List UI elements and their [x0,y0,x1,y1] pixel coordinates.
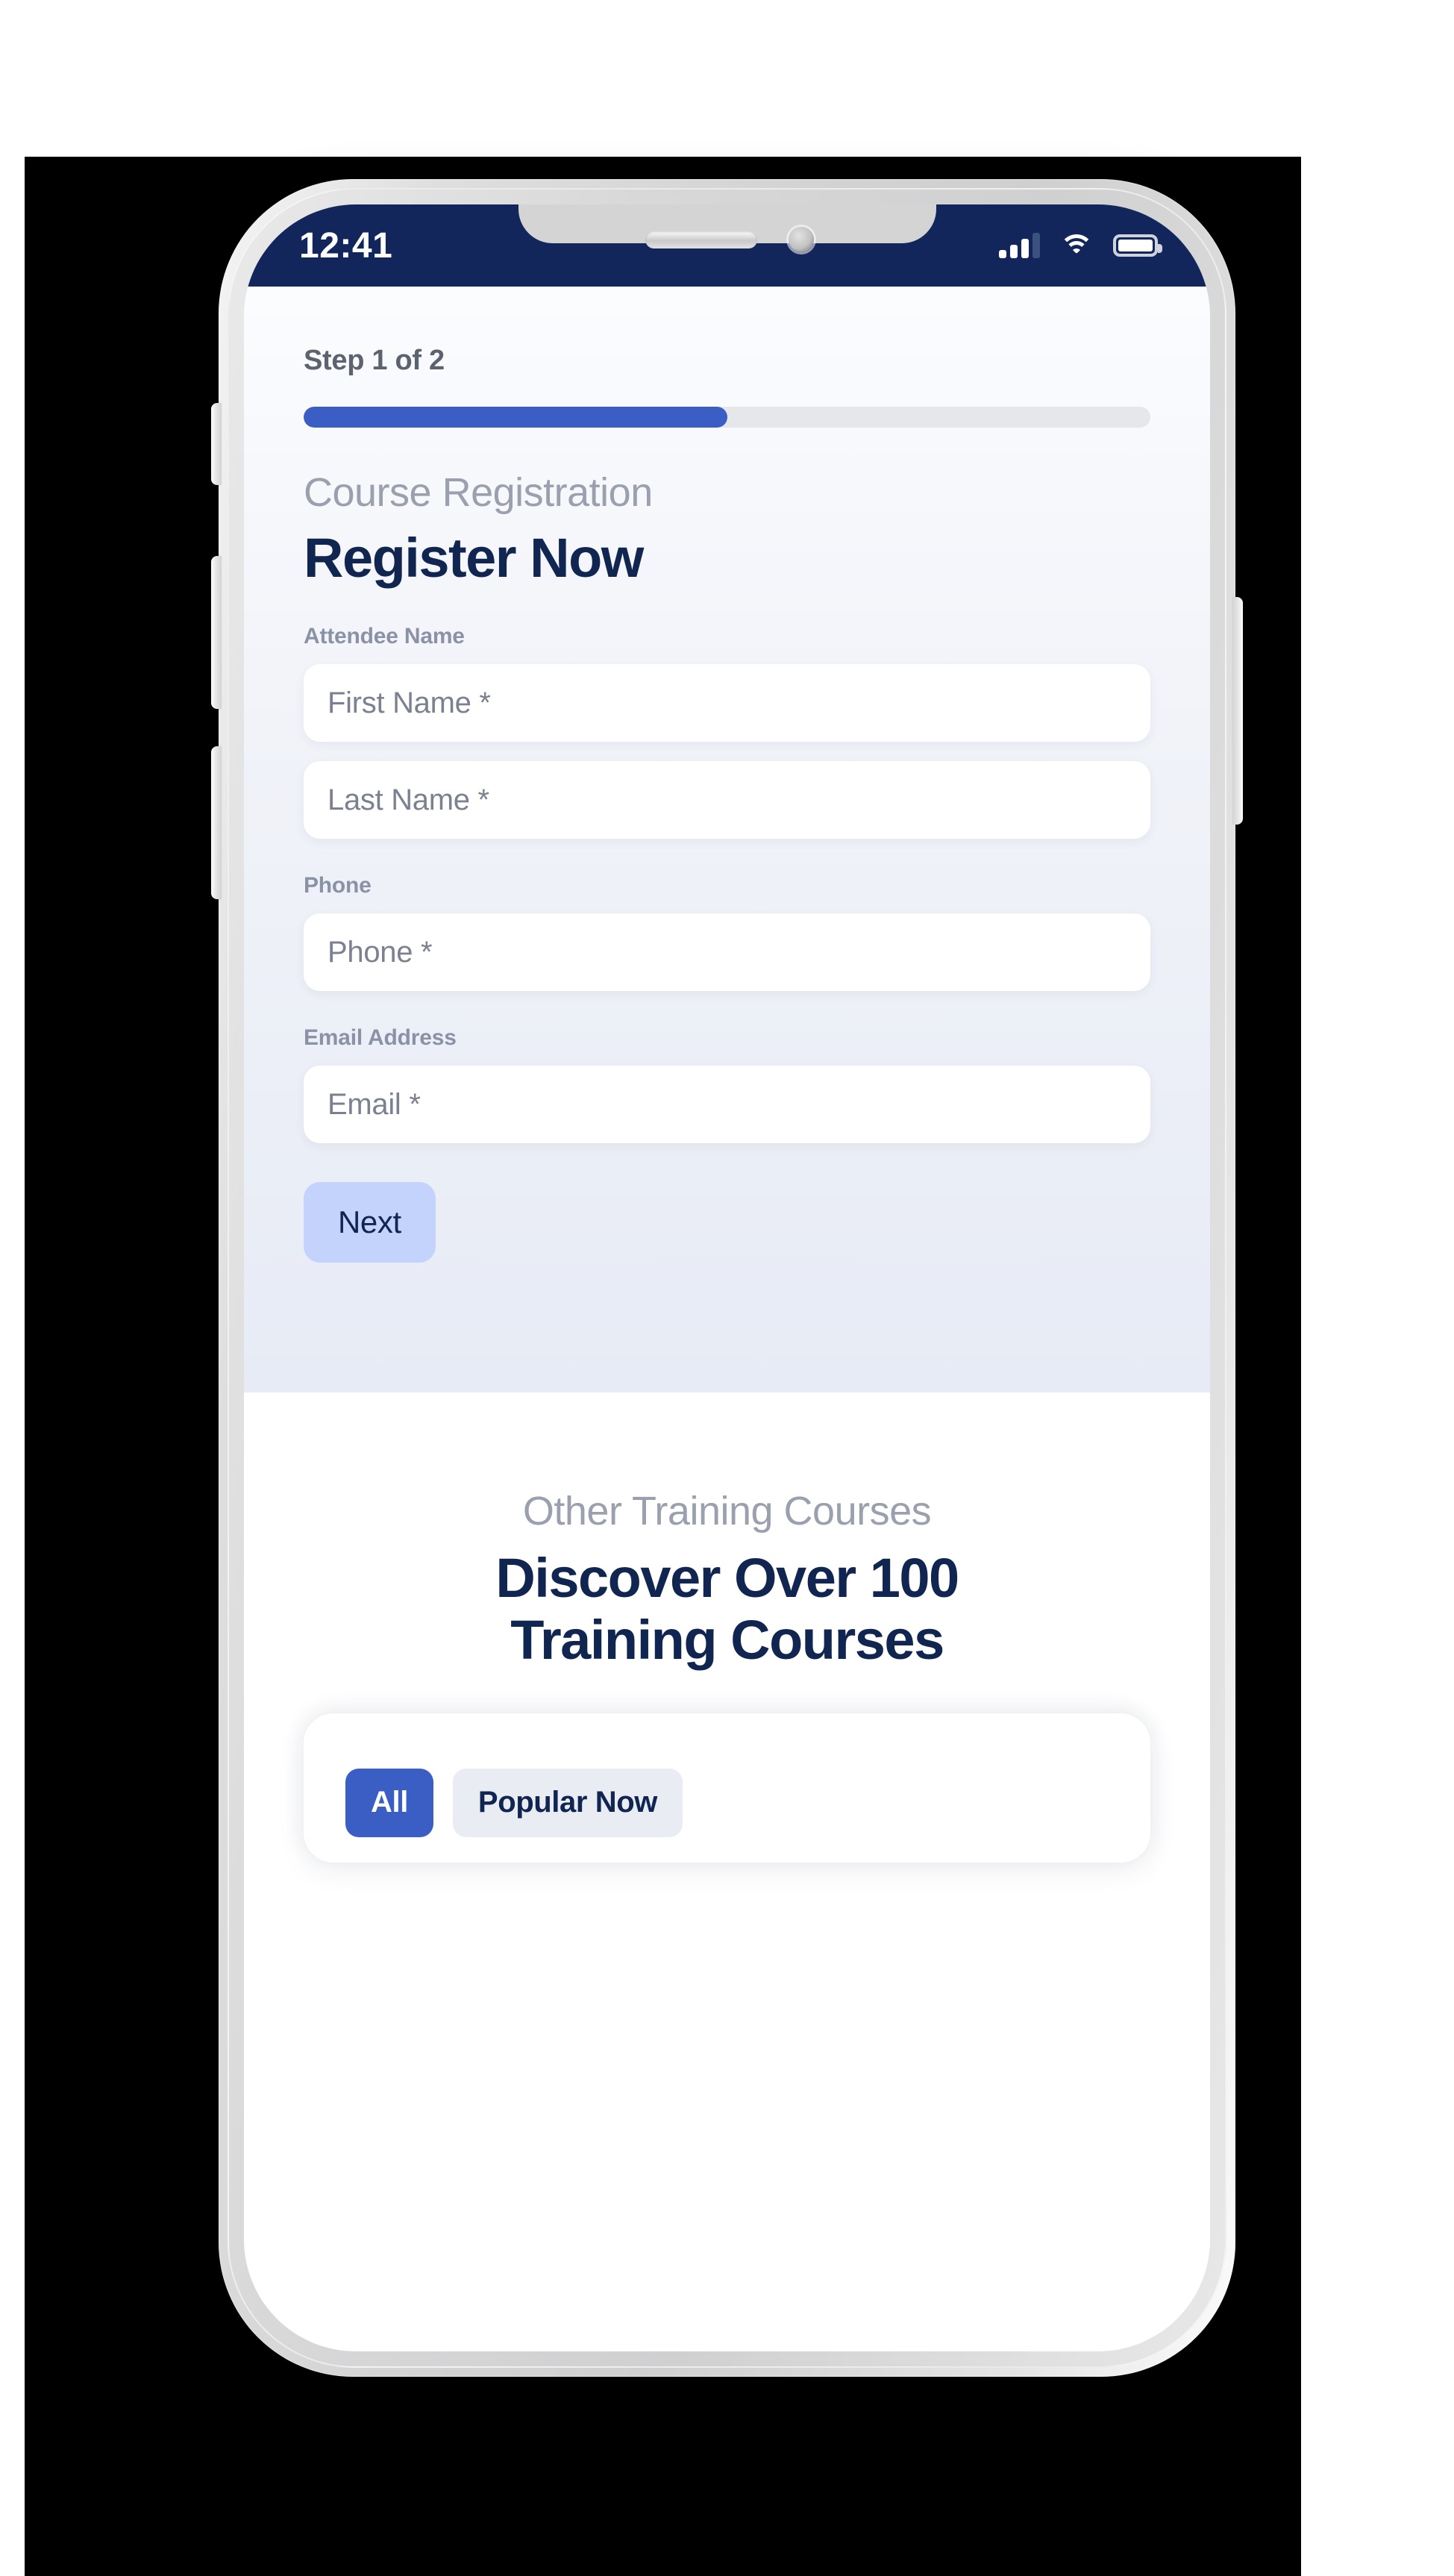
courses-eyebrow: Other Training Courses [522,1489,932,1534]
battery-full-icon [1113,234,1162,257]
field-group-label-email-address: Email Address [304,1025,457,1050]
courses-headline-line1: Discover Over 100 [495,1547,959,1609]
next-button[interactable]: Next [304,1182,436,1263]
status-bar-indicators [999,233,1162,258]
volume-up-button[interactable] [211,556,222,709]
form-eyebrow: Course Registration [304,470,653,515]
step-indicator-label: Step 1 of 2 [304,345,445,376]
field-group-label-phone: Phone [304,873,372,898]
other-courses-section: Other Training Courses Discover Over 100… [244,1392,1210,1863]
courses-card: All Popular Now [304,1713,1150,1863]
silent-switch-button[interactable] [211,403,222,485]
courses-headline-line2: Training Courses [510,1608,944,1671]
phone-screen: 12:41 Step 1 of 2 Course Registration Re… [244,204,1210,2351]
app-content-scroll[interactable]: Step 1 of 2 Course Registration Register… [244,287,1210,2351]
step-progress-fill [304,407,727,428]
last-name-placeholder: Last Name * [328,783,489,816]
email-input[interactable]: Email * [304,1066,1150,1143]
phone-placeholder: Phone * [328,935,433,969]
cellular-signal-icon [999,233,1040,258]
field-group-label-attendee-name: Attendee Name [304,624,465,648]
notch-cutout [518,204,936,243]
first-name-placeholder: First Name * [328,686,491,719]
wifi-icon [1059,233,1094,258]
phone-input[interactable]: Phone * [304,913,1150,991]
email-placeholder: Email * [328,1087,421,1121]
step-progress-bar [304,407,1150,428]
status-bar-clock: 12:41 [299,225,393,266]
power-button[interactable] [1232,597,1243,825]
phone-device-mockup: 12:41 Step 1 of 2 Course Registration Re… [211,179,1243,2377]
tab-all[interactable]: All [345,1768,433,1837]
last-name-input[interactable]: Last Name * [304,761,1150,839]
screenshot-canvas: 12:41 Step 1 of 2 Course Registration Re… [0,0,1454,2576]
page-title: Register Now [304,527,644,589]
courses-headline: Discover Over 100 Training Courses [244,1547,1210,1672]
first-name-input[interactable]: First Name * [304,664,1150,742]
registration-form-section: Step 1 of 2 Course Registration Register… [244,287,1210,1392]
course-filter-tabs: All Popular Now [304,1768,1150,1837]
volume-down-button[interactable] [211,746,222,899]
status-bar: 12:41 [244,204,1210,287]
tab-popular-now[interactable]: Popular Now [452,1768,683,1837]
